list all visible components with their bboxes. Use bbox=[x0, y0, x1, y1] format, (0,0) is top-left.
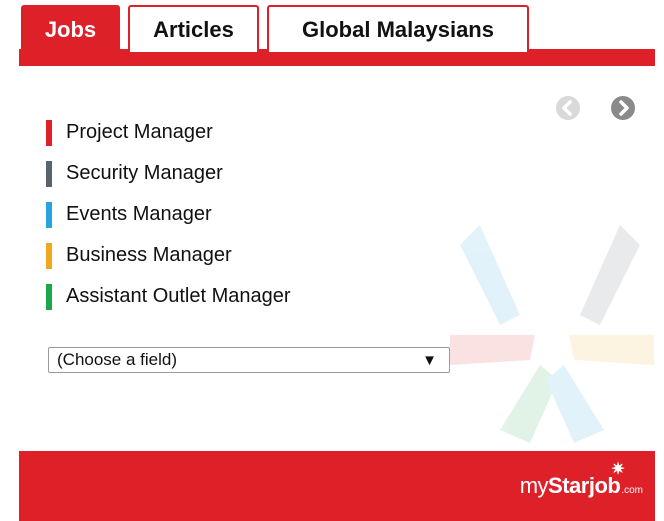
job-list: Project Manager Security Manager Events … bbox=[46, 112, 291, 317]
next-button[interactable] bbox=[611, 96, 635, 120]
field-select-value: (Choose a field) bbox=[57, 350, 178, 369]
chevron-right-icon bbox=[611, 96, 635, 120]
job-item[interactable]: Events Manager bbox=[46, 194, 291, 235]
tab-articles[interactable]: Articles bbox=[128, 5, 259, 52]
job-item[interactable]: Business Manager bbox=[46, 235, 291, 276]
job-title: Project Manager bbox=[66, 121, 213, 143]
logo-my: my bbox=[519, 473, 549, 498]
job-item[interactable]: Security Manager bbox=[46, 153, 291, 194]
mystarjob-logo[interactable]: my Starjob ✷ .com bbox=[519, 461, 643, 499]
tab-articles-label: Articles bbox=[153, 16, 234, 42]
job-title: Security Manager bbox=[66, 162, 223, 184]
sun-icon: ✷ bbox=[611, 461, 625, 478]
logo-starjob: Starjob ✷ bbox=[548, 461, 625, 499]
job-color-marker bbox=[46, 201, 52, 228]
job-color-marker bbox=[46, 160, 52, 187]
job-title: Events Manager bbox=[66, 203, 212, 225]
tab-strip: Jobs Articles Global Malaysians bbox=[19, 0, 655, 66]
logo-starjob-text: Starjob bbox=[548, 473, 621, 498]
logo-dotcom: .com bbox=[621, 485, 643, 496]
job-color-marker bbox=[46, 242, 52, 269]
footer-bar: my Starjob ✷ .com bbox=[19, 451, 655, 521]
job-title: Assistant Outlet Manager bbox=[66, 285, 291, 307]
prev-button[interactable] bbox=[556, 96, 580, 120]
field-select[interactable]: (Choose a field) ▼ bbox=[48, 347, 450, 373]
star-watermark bbox=[450, 225, 654, 443]
job-color-marker bbox=[46, 283, 52, 310]
chevron-left-icon bbox=[556, 96, 580, 120]
job-item[interactable]: Project Manager bbox=[46, 112, 291, 153]
tab-global-malaysians[interactable]: Global Malaysians bbox=[267, 5, 529, 52]
tab-jobs-label: Jobs bbox=[44, 16, 97, 42]
tab-global-malaysians-label: Global Malaysians bbox=[302, 16, 494, 42]
job-item[interactable]: Assistant Outlet Manager bbox=[46, 276, 291, 317]
job-color-marker bbox=[46, 119, 52, 146]
job-title: Business Manager bbox=[66, 244, 232, 266]
dropdown-arrow-icon: ▼ bbox=[422, 351, 437, 369]
tab-jobs[interactable]: Jobs bbox=[21, 5, 120, 52]
